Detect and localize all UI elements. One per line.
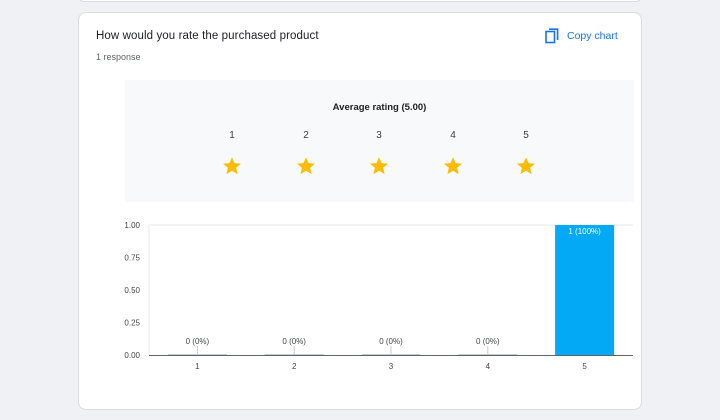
y-tick-label: 1.00 xyxy=(124,221,140,230)
y-tick-label: 0.75 xyxy=(124,254,140,263)
y-tick-label: 0.50 xyxy=(124,286,140,295)
y-tick-label: 0.00 xyxy=(124,351,140,360)
x-tick-label: 4 xyxy=(486,362,491,371)
bar-data-label: 0 (0%) xyxy=(379,337,403,346)
x-tick-label: 5 xyxy=(582,362,587,371)
bar-data-label: 0 (0%) xyxy=(186,337,210,346)
bar xyxy=(555,225,615,355)
y-tick-label: 0.25 xyxy=(124,319,140,328)
bar-data-label: 0 (0%) xyxy=(476,337,500,346)
bar-data-label: 0 (0%) xyxy=(282,337,306,346)
x-tick-label: 1 xyxy=(195,362,200,371)
bar-data-label: 1 (100%) xyxy=(568,227,601,236)
x-tick-label: 2 xyxy=(292,362,297,371)
response-bar-chart: 0.00 0.25 0.50 0.75 1.00 0 (0%) 1 0 (0%) 2 0 (0%)… xyxy=(124,221,633,371)
x-tick-label: 3 xyxy=(389,362,394,371)
